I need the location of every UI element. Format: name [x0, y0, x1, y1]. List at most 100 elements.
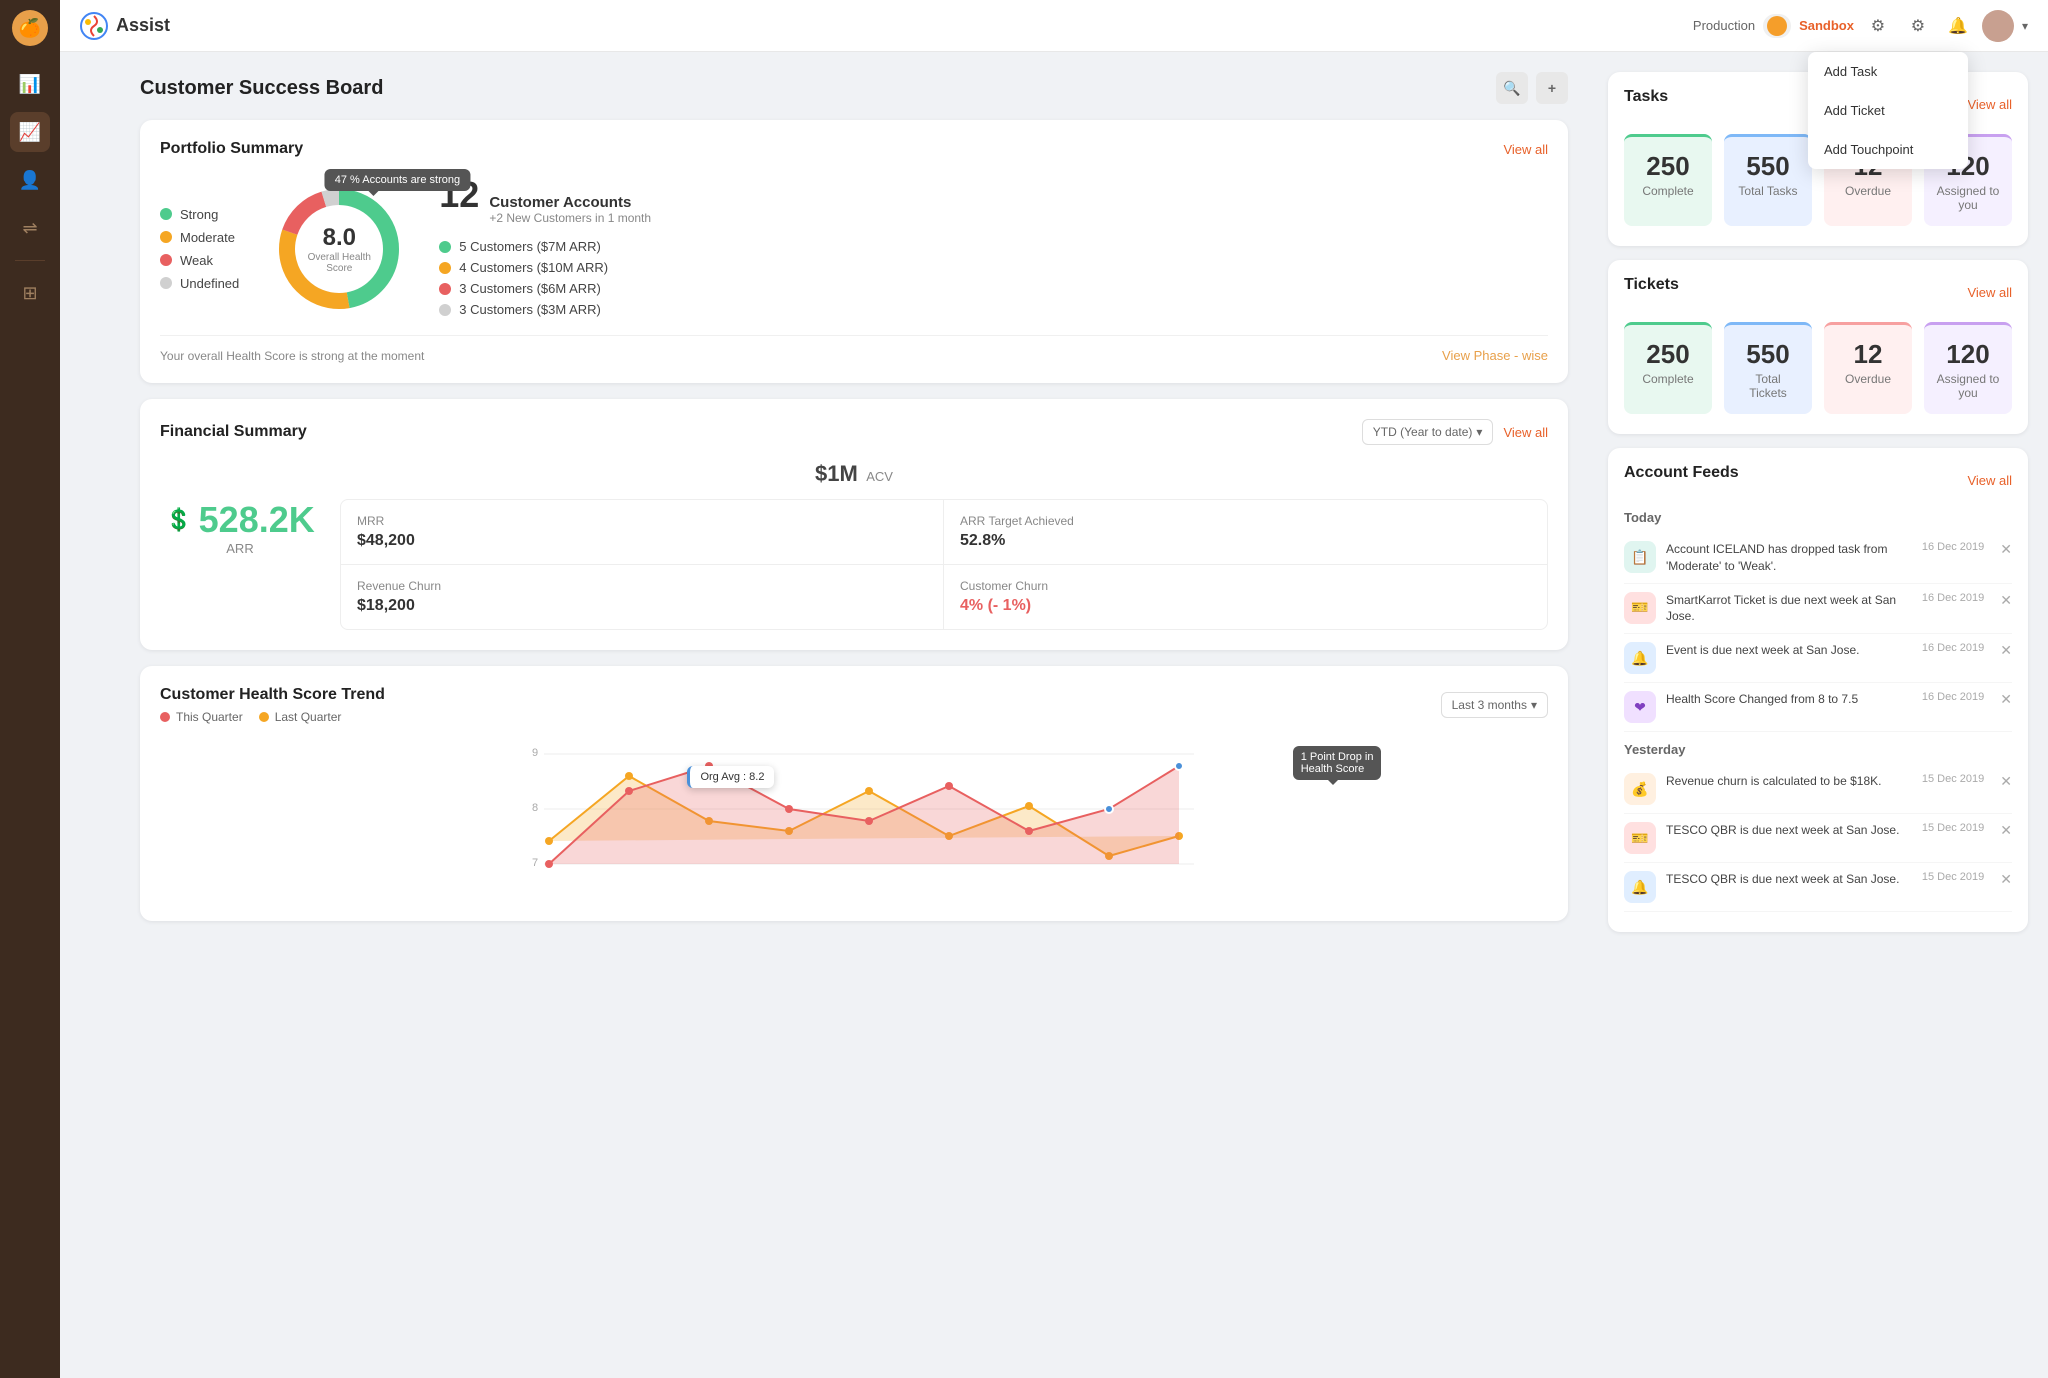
fin-cust-churn: Customer Churn 4% (- 1%) [944, 565, 1547, 629]
feed-close-5[interactable]: ✕ [2000, 822, 2012, 839]
fin-cust-churn-value: 4% (- 1%) [960, 597, 1531, 615]
tickets-header: Tickets View all [1624, 276, 2012, 308]
feed-date-5: 15 Dec 2019 [1922, 822, 1984, 834]
portfolio-header: Portfolio Summary View all [160, 140, 1548, 158]
main-content: Customer Success Board 🔍 + Portfolio Sum… [120, 52, 2048, 1378]
feed-icon-0: 📋 [1624, 541, 1656, 573]
sidebar-item-dashboard[interactable]: 📊 [10, 64, 50, 104]
add-ticket-item[interactable]: Add Ticket [1808, 91, 1968, 130]
financial-header: Financial Summary YTD (Year to date) ▾ V… [160, 419, 1548, 445]
period-trend-dropdown[interactable]: Last 3 months ▾ [1441, 692, 1548, 718]
tickets-view-all[interactable]: View all [1967, 285, 2012, 300]
topbar-right: Production Sandbox ⚙ ⚙ 🔔 ▾ [1693, 10, 2028, 42]
feed-icon-3: ❤ [1624, 691, 1656, 723]
account-item-1: 4 Customers ($10M ARR) [439, 260, 1548, 275]
feed-date-0: 16 Dec 2019 [1922, 541, 1984, 553]
org-avg-tooltip: Org Avg : 8.2 [687, 766, 774, 788]
tasks-complete-label: Complete [1636, 184, 1700, 198]
feed-close-2[interactable]: ✕ [2000, 642, 2012, 659]
legend-moderate: Moderate [160, 230, 239, 245]
tickets-stats-grid: 250 Complete 550 Total Tickets 12 Overdu… [1624, 322, 2012, 414]
feed-close-4[interactable]: ✕ [2000, 773, 2012, 790]
fin-mrr-label: MRR [357, 514, 927, 528]
sidebar-item-users[interactable]: 👤 [10, 160, 50, 200]
user-chevron[interactable]: ▾ [2022, 19, 2028, 33]
tickets-assigned: 120 Assigned to you [1924, 322, 2012, 414]
arr-value: 528.2K [199, 499, 315, 541]
tasks-total: 550 Total Tasks [1724, 134, 1812, 226]
account-label-0: 5 Customers ($7M ARR) [459, 239, 601, 254]
tickets-overdue-value: 12 [1836, 339, 1900, 370]
feed-date-3: 16 Dec 2019 [1922, 691, 1984, 703]
accounts-title: Customer Accounts [489, 194, 651, 211]
help-icon[interactable]: ⚙ [1862, 10, 1894, 42]
left-panel: Customer Success Board 🔍 + Portfolio Sum… [120, 52, 1588, 1378]
topbar-logo: Assist [80, 12, 170, 40]
health-donut-chart: 47 % Accounts are strong 8.0 [269, 179, 409, 319]
account-dot-3 [439, 304, 451, 316]
label-last-quarter: Last Quarter [275, 710, 342, 724]
fin-arr-target-label: ARR Target Achieved [960, 514, 1531, 528]
feed-item-3: ❤ Health Score Changed from 8 to 7.5 16 … [1624, 683, 2012, 732]
feed-close-3[interactable]: ✕ [2000, 691, 2012, 708]
trend-period-chevron: ▾ [1531, 698, 1537, 712]
tickets-overdue-label: Overdue [1836, 372, 1900, 386]
tickets-title: Tickets [1624, 276, 1679, 294]
sidebar-logo[interactable]: 🍊 [12, 10, 48, 46]
sidebar-divider [15, 260, 45, 261]
tickets-assigned-value: 120 [1936, 339, 2000, 370]
env-toggle[interactable] [1763, 14, 1791, 38]
period-dropdown[interactable]: YTD (Year to date) ▾ [1362, 419, 1494, 445]
feed-date-1: 16 Dec 2019 [1922, 592, 1984, 604]
tasks-title: Tasks [1624, 88, 1668, 106]
feed-text-3: Health Score Changed from 8 to 7.5 [1666, 691, 1912, 708]
feed-text-0: Account ICELAND has dropped task from 'M… [1666, 541, 1912, 575]
chart-title-group: Customer Health Score Trend This Quarter… [160, 686, 385, 724]
page-actions: 🔍 + [1496, 72, 1568, 104]
feed-text-4: Revenue churn is calculated to be $18K. [1666, 773, 1912, 790]
health-score: 8.0 [304, 224, 374, 252]
svg-text:9: 9 [532, 747, 538, 759]
feed-item-0: 📋 Account ICELAND has dropped task from … [1624, 533, 2012, 584]
tasks-view-all[interactable]: View all [1967, 97, 2012, 112]
add-button[interactable]: + [1536, 72, 1568, 104]
portfolio-view-all[interactable]: View all [1503, 142, 1548, 157]
app-title: Assist [116, 15, 170, 36]
feed-date-2: 16 Dec 2019 [1922, 642, 1984, 654]
donut-center: 8.0 Overall Health Score [304, 224, 374, 274]
add-task-item[interactable]: Add Task [1808, 52, 1968, 91]
sidebar: 🍊 📊 📈 👤 ⇌ ⊞ [0, 0, 60, 1378]
sidebar-item-grid[interactable]: ⊞ [10, 273, 50, 313]
donut-tooltip: 47 % Accounts are strong [325, 169, 470, 191]
legend-dot-weak [160, 254, 172, 266]
feed-text-5: TESCO QBR is due next week at San Jose. [1666, 822, 1912, 839]
sidebar-item-bar[interactable]: 📈 [10, 112, 50, 152]
fin-mrr: MRR $48,200 [341, 500, 944, 565]
fin-rev-churn-value: $18,200 [357, 597, 927, 615]
env-sandbox[interactable]: Sandbox [1799, 18, 1854, 33]
topbar: Assist Production Sandbox ⚙ ⚙ 🔔 ▾ [60, 0, 2048, 52]
feed-icon-4: 💰 [1624, 773, 1656, 805]
notifications-icon[interactable]: 🔔 [1942, 10, 1974, 42]
sidebar-item-flows[interactable]: ⇌ [10, 208, 50, 248]
feed-close-1[interactable]: ✕ [2000, 592, 2012, 609]
settings-icon[interactable]: ⚙ [1902, 10, 1934, 42]
financial-view-all[interactable]: View all [1503, 425, 1548, 440]
user-avatar[interactable] [1982, 10, 2014, 42]
search-button[interactable]: 🔍 [1496, 72, 1528, 104]
portfolio-legend: Strong Moderate Weak Undefined [160, 207, 239, 291]
feeds-view-all[interactable]: View all [1967, 473, 2012, 488]
legend-last-quarter: Last Quarter [259, 710, 342, 724]
view-phase-link[interactable]: View Phase - wise [1442, 348, 1548, 363]
acv-label: ACV [866, 469, 893, 484]
financial-card: Financial Summary YTD (Year to date) ▾ V… [140, 399, 1568, 650]
feed-close-6[interactable]: ✕ [2000, 871, 2012, 888]
add-touchpoint-item[interactable]: Add Touchpoint [1808, 130, 1968, 169]
tasks-total-value: 550 [1736, 151, 1800, 182]
tickets-section: Tickets View all 250 Complete 550 Total … [1608, 260, 2028, 434]
period-chevron: ▾ [1476, 425, 1482, 439]
feed-close-0[interactable]: ✕ [2000, 541, 2012, 558]
acv-header: $1M ACV [160, 461, 1548, 487]
feed-icon-5: 🎫 [1624, 822, 1656, 854]
account-item-0: 5 Customers ($7M ARR) [439, 239, 1548, 254]
